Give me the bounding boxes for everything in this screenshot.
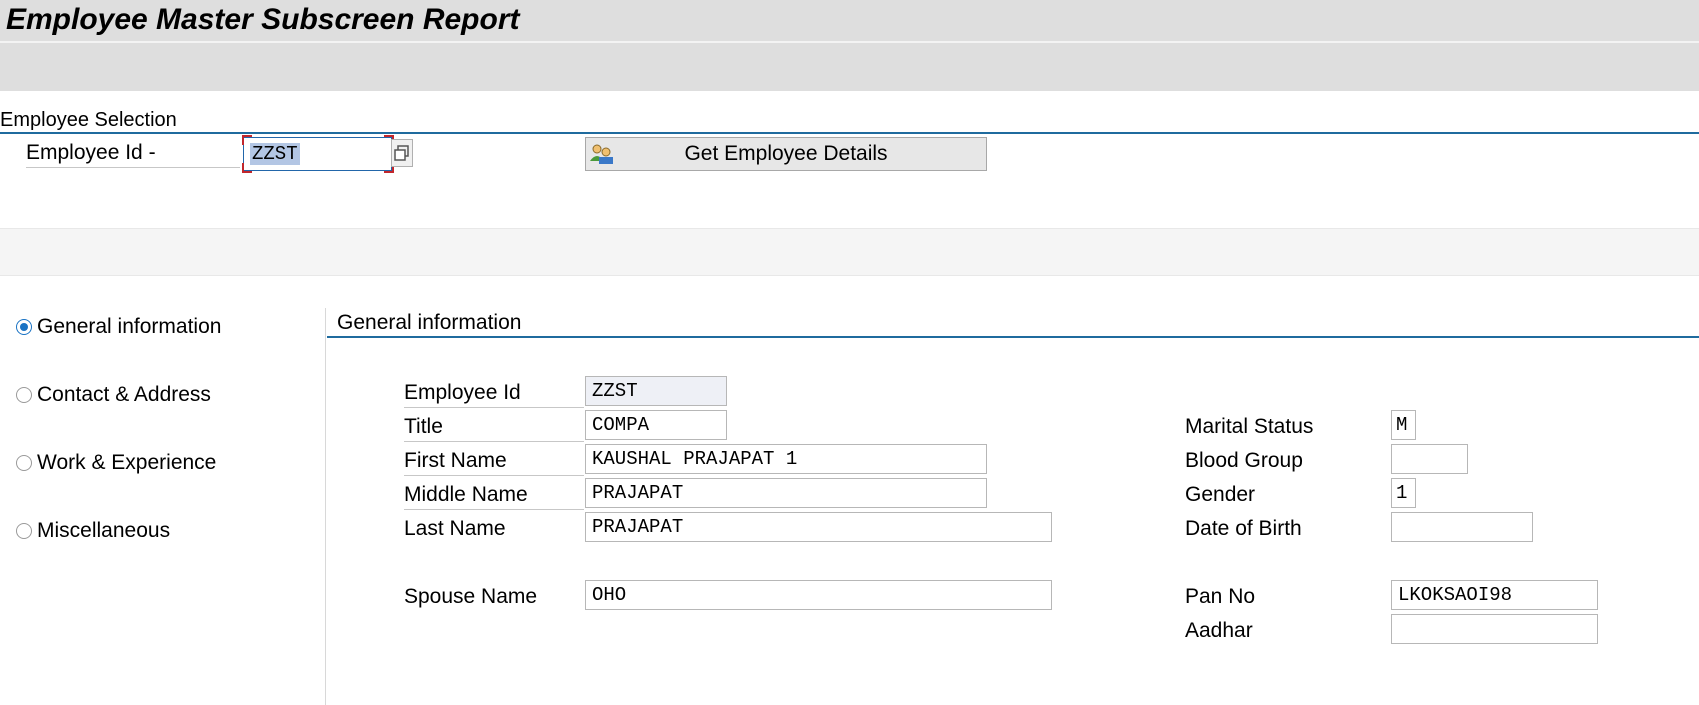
frame-label-employee-selection: Employee Selection (0, 109, 177, 131)
radio-unselected-icon (16, 387, 32, 403)
application-toolbar (0, 43, 1699, 91)
title-bar: Employee Master Subscreen Report (0, 0, 1699, 43)
get-employee-details-label: Get Employee Details (684, 142, 888, 165)
tab-contact-address[interactable]: Contact & Address (16, 381, 306, 409)
radio-unselected-icon (16, 455, 32, 471)
get-employee-details-button[interactable]: Get Employee Details (585, 137, 987, 171)
value-help-icon (394, 145, 409, 161)
employee-id-display: ZZST (585, 376, 727, 406)
value-help-button[interactable] (391, 139, 413, 167)
label-pan-no: Pan No (1185, 585, 1256, 608)
radio-selected-icon (16, 319, 32, 335)
date-of-birth-field[interactable] (1391, 512, 1533, 542)
label-spouse-name: Spouse Name (404, 585, 538, 608)
gender-field[interactable]: 1 (1391, 478, 1416, 508)
blood-group-field[interactable] (1391, 444, 1468, 474)
label-employee-id: Employee Id (404, 379, 584, 408)
label-date-of-birth: Date of Birth (1185, 517, 1302, 540)
radio-unselected-icon (16, 523, 32, 539)
label-last-name: Last Name (404, 517, 506, 540)
label-middle-name: Middle Name (404, 481, 584, 510)
general-information-header: General information (327, 308, 1699, 338)
label-title: Title (404, 413, 584, 442)
employee-selection-frame: Employee Selection (0, 104, 1699, 134)
tab-label: Miscellaneous (37, 519, 171, 542)
title-field[interactable]: COMPA (585, 410, 727, 440)
label-gender: Gender (1185, 483, 1256, 506)
label-blood-group: Blood Group (1185, 449, 1303, 472)
tab-label: Work & Experience (37, 451, 217, 474)
tab-miscellaneous[interactable]: Miscellaneous (16, 517, 306, 545)
tab-work-experience[interactable]: Work & Experience (16, 449, 306, 477)
label-marital-status: Marital Status (1185, 415, 1314, 438)
last-name-field[interactable]: PRAJAPAT (585, 512, 1052, 542)
employee-id-label: Employee Id - (26, 139, 240, 168)
frame-label-general-information: General information (337, 311, 522, 334)
aadhar-field[interactable] (1391, 614, 1598, 644)
employee-id-input[interactable]: ZZST (242, 135, 394, 173)
marital-status-field[interactable]: M (1391, 410, 1416, 440)
spouse-name-field[interactable]: OHO (585, 580, 1052, 610)
pan-no-field[interactable]: LKOKSAOI98 (1391, 580, 1598, 610)
tab-label: Contact & Address (37, 383, 211, 406)
tab-label: General information (37, 315, 222, 338)
page-title: Employee Master Subscreen Report (6, 3, 520, 36)
separator-band (0, 228, 1699, 276)
employee-group-icon (590, 144, 613, 164)
first-name-field[interactable]: KAUSHAL PRAJAPAT 1 (585, 444, 987, 474)
tab-general-information[interactable]: General information (16, 313, 306, 341)
label-first-name: First Name (404, 447, 584, 476)
middle-name-field[interactable]: PRAJAPAT (585, 478, 987, 508)
employee-id-value: ZZST (250, 143, 300, 165)
label-aadhar: Aadhar (1185, 619, 1253, 642)
